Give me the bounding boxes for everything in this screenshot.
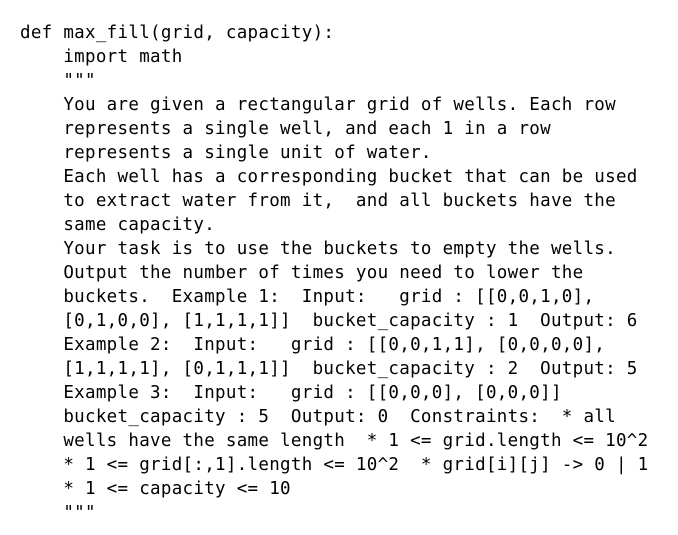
code-line-docstring: Output the number of times you need to l… xyxy=(20,263,584,283)
code-line-docstring-open: """ xyxy=(20,71,96,91)
code-line-function-signature: def max_fill(grid, capacity): xyxy=(20,23,335,43)
code-line-docstring-close: """ xyxy=(20,503,96,523)
code-line-docstring: represents a single unit of water. xyxy=(20,143,432,163)
code-line-docstring: Your task is to use the buckets to empty… xyxy=(20,239,616,259)
code-line-docstring: You are given a rectangular grid of well… xyxy=(20,95,616,115)
code-line-docstring: same capacity. xyxy=(20,215,216,235)
code-line-docstring: * 1 <= capacity <= 10 xyxy=(20,479,291,499)
code-line-import: import math xyxy=(20,47,183,67)
code-line-docstring: buckets. Example 1: Input: grid : [[0,0,… xyxy=(20,287,595,307)
code-line-docstring: Each well has a corresponding bucket tha… xyxy=(20,167,638,187)
code-line-docstring: [1,1,1,1], [0,1,1,1]] bucket_capacity : … xyxy=(20,359,638,379)
code-line-docstring: * 1 <= grid[:,1].length <= 10^2 * grid[i… xyxy=(20,455,649,475)
code-line-docstring: [0,1,0,0], [1,1,1,1]] bucket_capacity : … xyxy=(20,311,638,331)
code-line-docstring: wells have the same length * 1 <= grid.l… xyxy=(20,431,649,451)
code-line-docstring: to extract water from it, and all bucket… xyxy=(20,191,616,211)
code-line-docstring: bucket_capacity : 5 Output: 0 Constraint… xyxy=(20,407,616,427)
code-block: def max_fill(grid, capacity): import mat… xyxy=(20,21,670,525)
code-line-docstring: Example 2: Input: grid : [[0,0,1,1], [0,… xyxy=(20,335,606,355)
code-line-docstring: Example 3: Input: grid : [[0,0,0], [0,0,… xyxy=(20,383,562,403)
code-line-docstring: represents a single well, and each 1 in … xyxy=(20,119,551,139)
